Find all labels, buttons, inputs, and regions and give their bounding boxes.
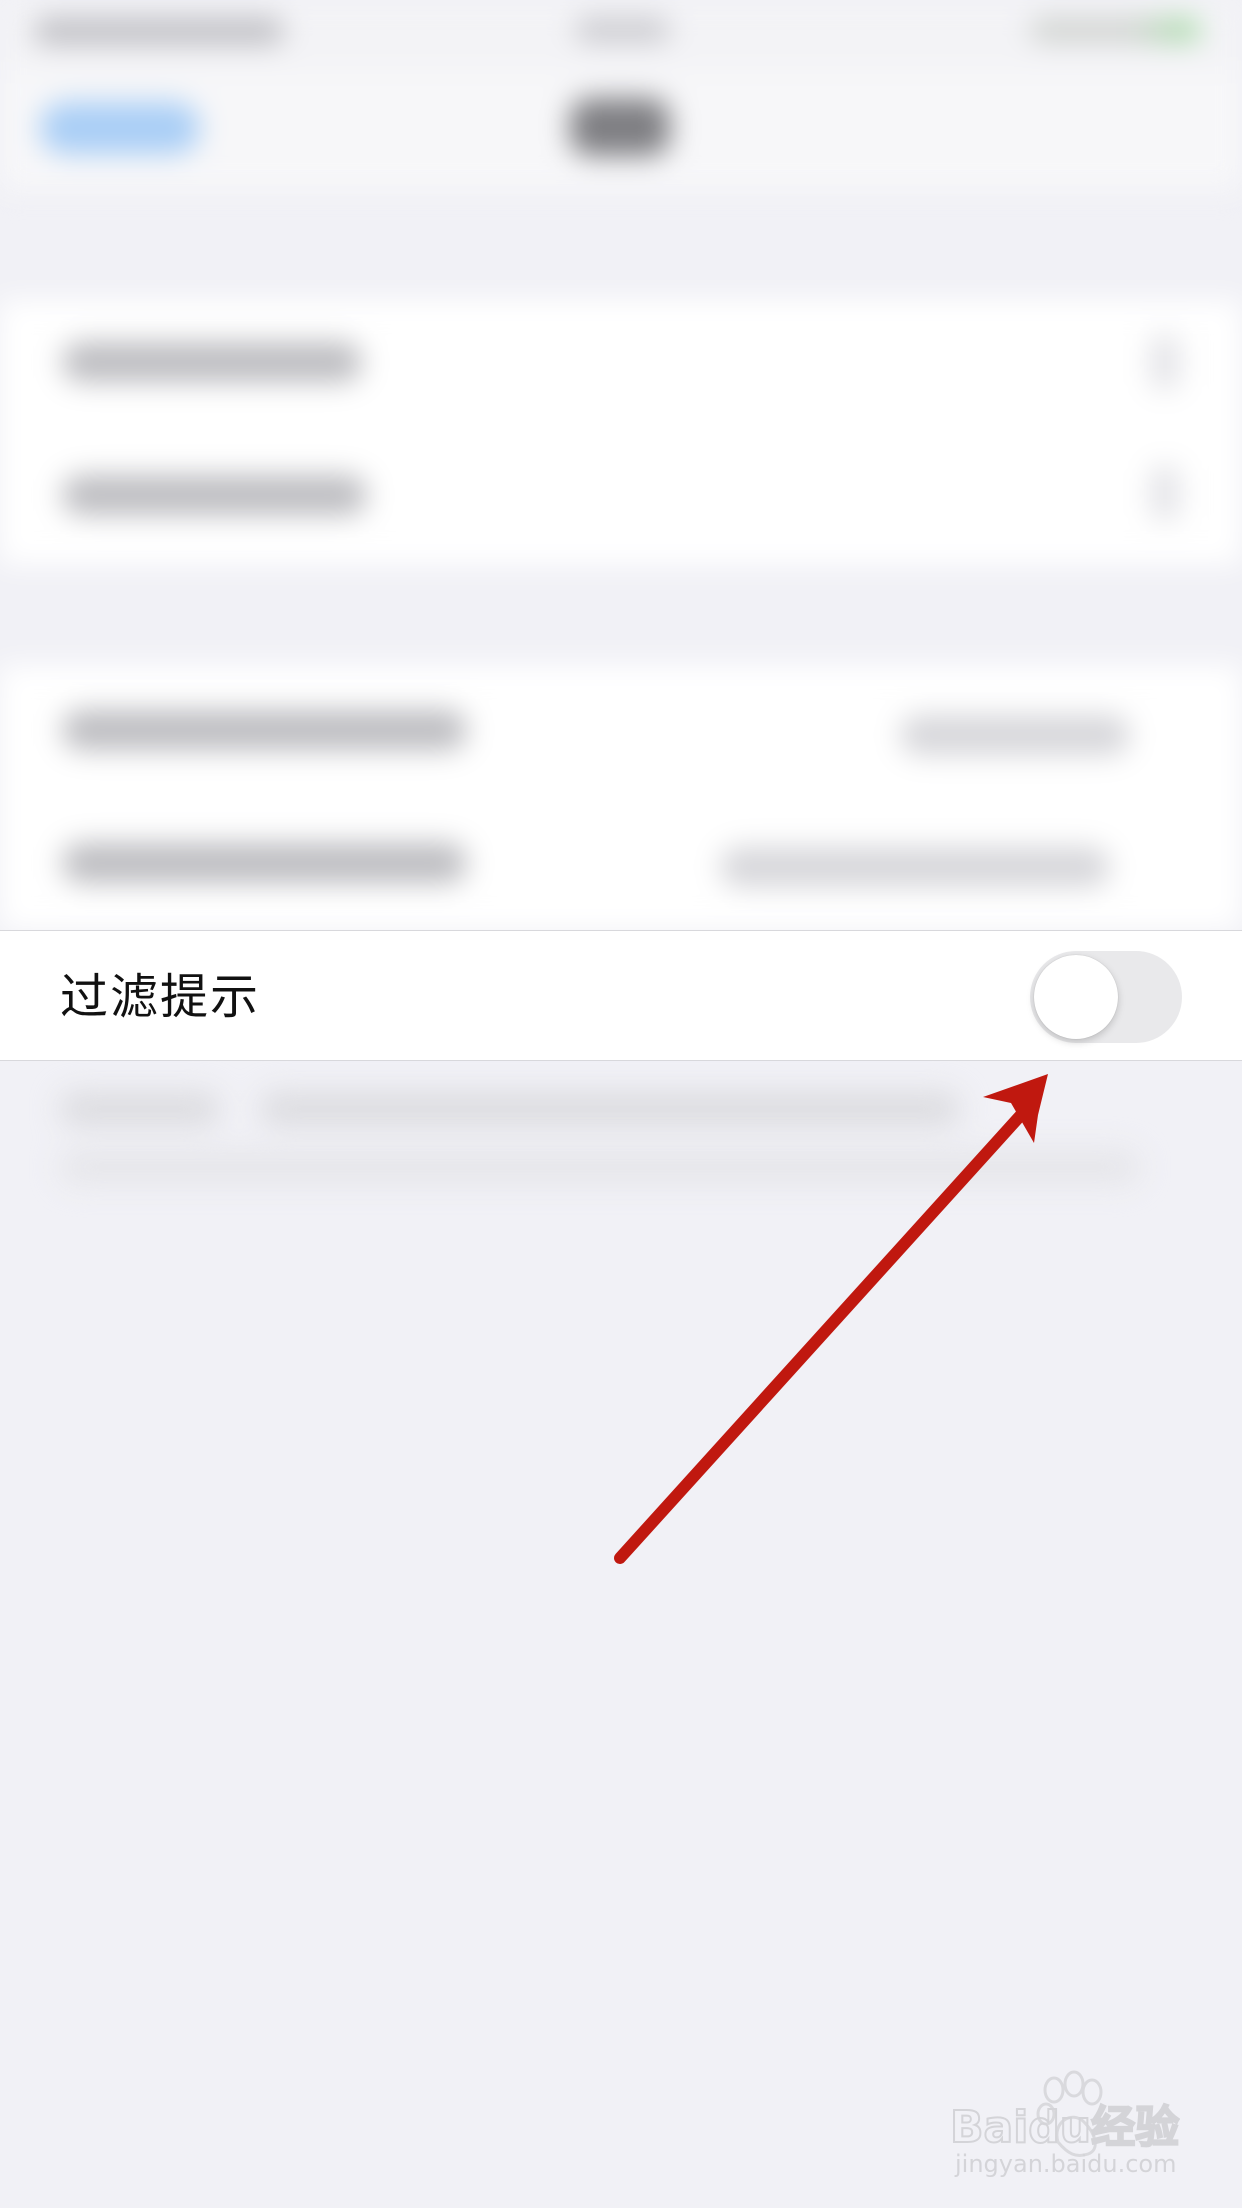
watermark-logo-text: Baidu经验 [950, 2102, 1179, 2153]
settings-group-2 [0, 665, 1242, 930]
filter-hint-toggle[interactable] [1030, 951, 1182, 1043]
status-bar [0, 0, 1242, 70]
back-button-blur [40, 102, 200, 154]
filter-hint-row: 过滤提示 [0, 930, 1242, 1061]
chevron-blur [1150, 334, 1180, 390]
status-bar-center-blur [575, 18, 670, 42]
navigation-bar [0, 70, 1242, 190]
nav-title-blur [570, 98, 670, 156]
footer-text-blur [60, 1092, 220, 1126]
filter-hint-label: 过滤提示 [60, 969, 261, 1025]
row-label-blur [62, 342, 362, 382]
row-label-blur [62, 843, 467, 883]
toggle-knob [1034, 955, 1118, 1039]
row-value-blur [720, 847, 1110, 887]
footer-text-blur [60, 1150, 1140, 1184]
chevron-blur [1150, 465, 1180, 521]
row-label-blur [62, 475, 367, 515]
settings-group-1 [0, 300, 1242, 565]
arrow-head-icon [983, 1074, 1048, 1143]
status-bar-right-blur [1030, 18, 1200, 42]
row-value-blur [900, 715, 1130, 755]
status-bar-left-blur [34, 18, 284, 44]
arrow-shaft [614, 1099, 1036, 1564]
footer-text-blur [260, 1092, 960, 1126]
watermark-url: jingyan.baidu.com [955, 2150, 1177, 2178]
row-label-blur [62, 710, 467, 750]
annotation-arrow [614, 1074, 1048, 1564]
